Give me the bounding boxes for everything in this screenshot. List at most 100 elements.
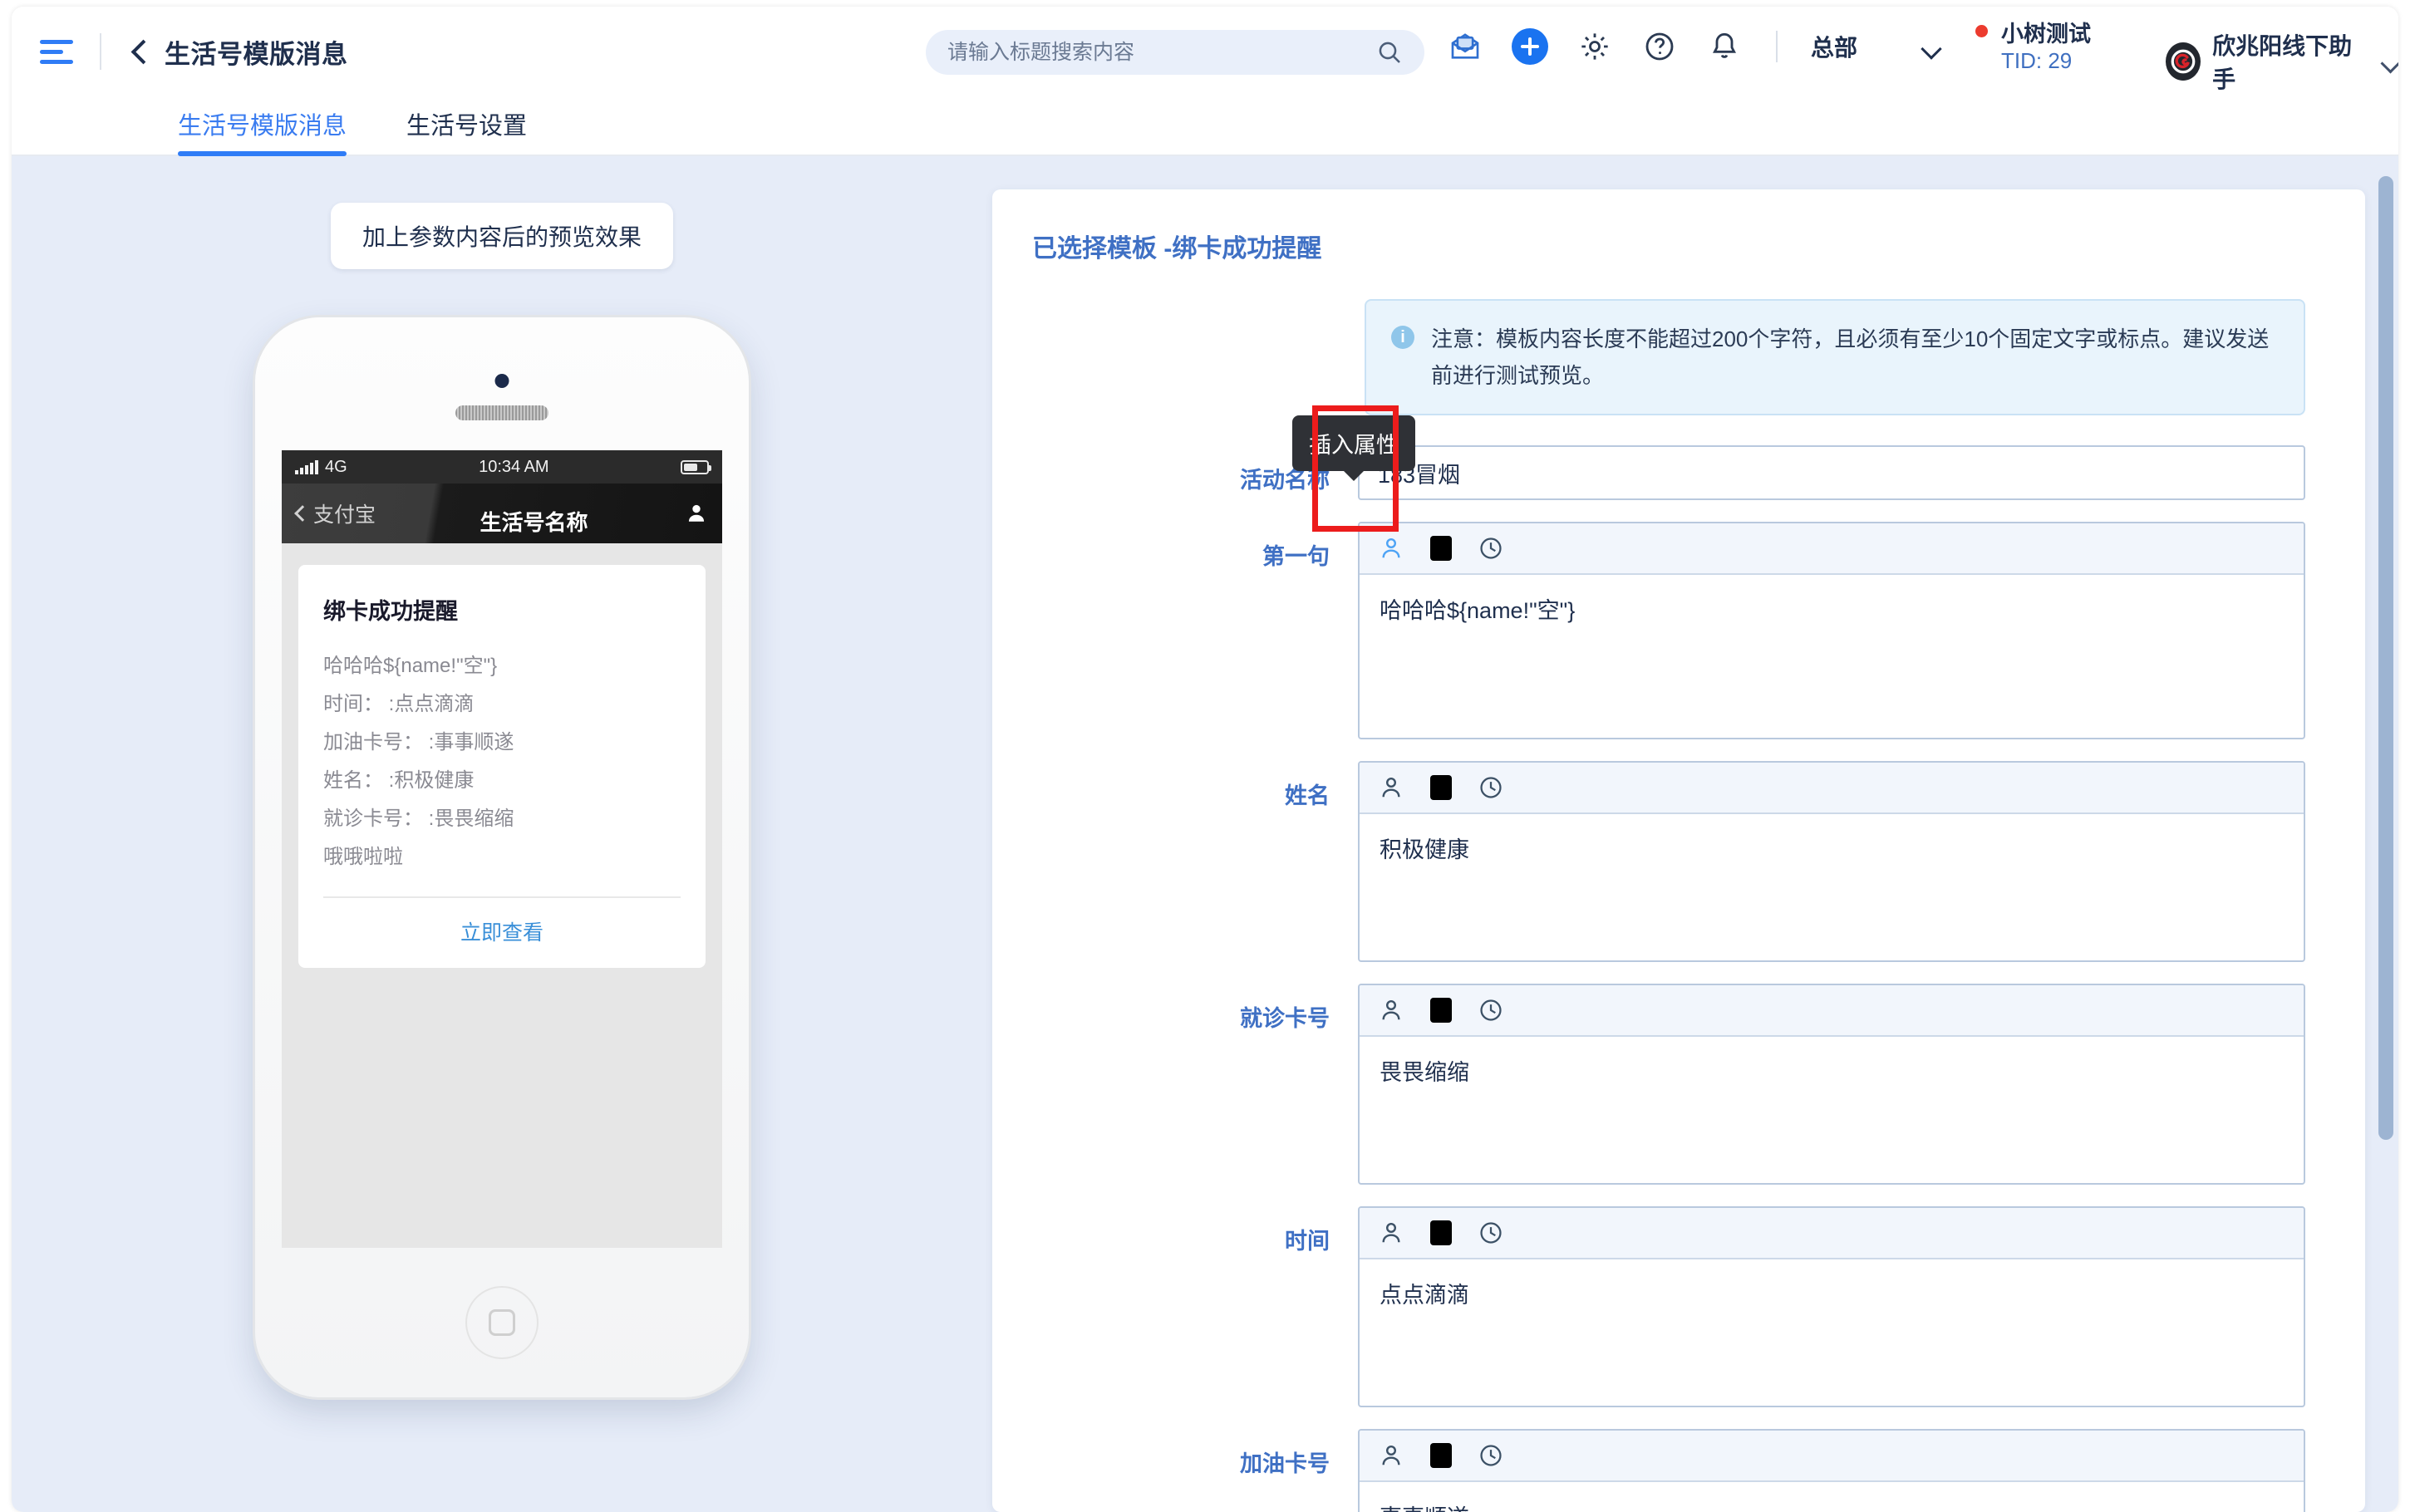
phone-back-label: 支付宝 [313, 503, 376, 527]
editor-content[interactable]: 点点滴滴 [1360, 1259, 2304, 1406]
network-label: 4G [325, 457, 347, 476]
time-label: 时间 [1285, 1229, 1330, 1254]
form-row-fuel-card: 加油卡号 [1032, 1429, 2319, 1512]
insert-property-icon[interactable] [1375, 1439, 1408, 1472]
message-action-link[interactable]: 立即查看 [323, 898, 681, 946]
message-title: 绑卡成功提醒 [323, 599, 458, 624]
editor-toolbar [1360, 523, 2304, 576]
insert-property-icon[interactable] [1375, 1216, 1408, 1249]
main-content: 加上参数内容后的预览效果 4G 10:34 AM 支付宝 生活号名称 绑卡成功提… [12, 156, 2398, 1512]
insert-time-icon[interactable] [1474, 532, 1507, 565]
user-profile[interactable]: 小树测试 TID: 29 [1940, 22, 2091, 74]
form-row-activity-name: 活动名称 [1032, 445, 2319, 501]
vertical-scrollbar[interactable] [2377, 156, 2395, 1512]
search-icon[interactable] [1376, 39, 1403, 66]
insert-block-icon[interactable] [1424, 1216, 1458, 1249]
editor-toolbar [1360, 985, 2304, 1038]
name-label: 姓名 [1285, 783, 1330, 809]
notice-text: 注意：模板内容长度不能超过200个字符，且必须有至少10个固定文字或标点。建议发… [1431, 326, 2270, 389]
form-row-first-sentence: 第一句 哈哈哈${name!"空"} [1032, 522, 2319, 740]
tenant-selector[interactable]: 欣兆阳线下助手 [2166, 28, 2398, 95]
org-selector-label[interactable]: 总部 [1811, 30, 1857, 63]
medical-card-control: 畏畏缩缩 [1358, 984, 2305, 1186]
insert-block-icon[interactable] [1424, 532, 1458, 565]
editor-content[interactable]: 事事顺遂 [1360, 1482, 2304, 1512]
message-line: 哦哦啦啦 [323, 846, 403, 869]
status-time: 10:34 AM [479, 457, 549, 476]
page-title: 生活号模版消息 [165, 39, 348, 69]
mail-icon[interactable] [1447, 28, 1483, 65]
phone-home-button[interactable] [465, 1286, 539, 1359]
tab-bar: 生活号模版消息 生活号设置 [12, 96, 2398, 156]
editor-toolbar [1360, 1208, 2304, 1260]
first-sentence-control: 哈哈哈${name!"空"} [1358, 522, 2305, 740]
search-input[interactable] [947, 40, 1376, 65]
rich-text-editor: 畏畏缩缩 [1358, 984, 2305, 1186]
message-line: 加油卡号： :事事顺遂 [323, 731, 514, 754]
app-window: 生活号模版消息 请输入标题搜索内容 总部 小树测试 TID: 29 欣兆阳线下助… [12, 7, 2398, 1512]
activity-name-control [1358, 445, 2305, 501]
user-tid: TID: 29 [2001, 47, 2073, 73]
message-line: 哈哈哈${name!"空"} [323, 655, 498, 677]
editor-content[interactable]: 畏畏缩缩 [1360, 1037, 2304, 1183]
rich-text-editor: 哈哈哈${name!"空"} [1358, 522, 2305, 740]
insert-block-icon[interactable] [1424, 1439, 1458, 1472]
plus-icon[interactable] [1512, 28, 1548, 65]
message-line: 姓名： :积极健康 [323, 769, 475, 793]
info-icon: i [1391, 326, 1414, 349]
phone-back-button[interactable]: 支付宝 [294, 498, 376, 528]
tenant-logo-icon [2166, 42, 2201, 81]
editor-content[interactable]: 哈哈哈${name!"空"} [1360, 575, 2304, 738]
search-box[interactable] [926, 30, 1424, 75]
medical-card-label: 就诊卡号 [1240, 1006, 1330, 1032]
rich-text-editor: 点点滴滴 [1358, 1206, 2305, 1408]
activity-name-input[interactable] [1358, 445, 2305, 501]
insert-property-icon[interactable] [1375, 532, 1408, 565]
phone-nav-bar: 支付宝 生活号名称 [282, 484, 722, 543]
panel-title: 已选择模板 -绑卡成功提醒 [1032, 235, 1322, 263]
battery-icon [680, 459, 711, 474]
back-chevron-icon[interactable] [128, 41, 150, 62]
app-root: 生活号模版消息 请输入标题搜索内容 总部 小树测试 TID: 29 欣兆阳线下助… [0, 0, 2410, 1512]
chevron-down-icon[interactable] [2383, 56, 2398, 67]
insert-property-tooltip: 插入属性 [1292, 415, 1415, 471]
insert-block-icon[interactable] [1424, 771, 1458, 804]
back-chevron-icon [294, 505, 311, 522]
time-control: 点点滴滴 [1358, 1206, 2305, 1408]
rich-text-editor: 事事顺遂 [1358, 1429, 2305, 1512]
insert-block-icon[interactable] [1424, 994, 1458, 1027]
phone-mockup: 4G 10:34 AM 支付宝 生活号名称 绑卡成功提醒 哈哈哈${name!"… [255, 317, 749, 1397]
insert-time-icon[interactable] [1474, 1439, 1507, 1472]
scrollbar-thumb[interactable] [2378, 176, 2393, 1140]
phone-status-bar: 4G 10:34 AM [282, 450, 722, 484]
form-column: 已选择模板 -绑卡成功提醒 i 注意：模板内容长度不能超过200个字符，且必须有… [992, 156, 2398, 1512]
person-icon[interactable] [686, 501, 707, 526]
gear-icon[interactable] [1576, 28, 1613, 65]
fuel-card-control: 事事顺遂 [1358, 1429, 2305, 1512]
form-row-medical-card: 就诊卡号 畏畏缩缩 [1032, 984, 2319, 1186]
phone-screen: 4G 10:34 AM 支付宝 生活号名称 绑卡成功提醒 哈哈哈${name!"… [282, 450, 722, 1248]
insert-time-icon[interactable] [1474, 1216, 1507, 1249]
header-icon-group: 总部 [1447, 28, 1942, 65]
notice-banner: i 注意：模板内容长度不能超过200个字符，且必须有至少10个固定文字或标点。建… [1365, 299, 2305, 416]
editor-toolbar [1360, 763, 2304, 815]
message-line: 就诊卡号： :畏畏缩缩 [323, 808, 514, 831]
phone-speaker-icon [455, 405, 548, 420]
insert-time-icon[interactable] [1474, 771, 1507, 804]
tab-template-message[interactable]: 生活号模版消息 [178, 106, 347, 156]
search-container [926, 30, 1424, 75]
top-header-bar: 生活号模版消息 请输入标题搜索内容 总部 小树测试 TID: 29 欣兆阳线下助… [12, 7, 2398, 96]
notification-dot-icon [1975, 25, 1988, 38]
editor-content[interactable]: 积极健康 [1360, 814, 2304, 960]
hamburger-icon[interactable] [40, 39, 73, 64]
preview-column: 加上参数内容后的预览效果 4G 10:34 AM 支付宝 生活号名称 绑卡成功提… [12, 156, 992, 1512]
help-icon[interactable] [1641, 28, 1678, 65]
insert-property-icon[interactable] [1375, 771, 1408, 804]
editor-toolbar [1360, 1431, 2304, 1483]
avatar [1940, 22, 1988, 73]
tab-life-account-settings[interactable]: 生活号设置 [406, 106, 527, 155]
insert-time-icon[interactable] [1474, 994, 1507, 1027]
bell-icon[interactable] [1706, 28, 1743, 65]
phone-message-area: 绑卡成功提醒 哈哈哈${name!"空"} 时间： :点点滴滴 加油卡号： :事… [282, 543, 722, 969]
insert-property-icon[interactable] [1375, 994, 1408, 1027]
